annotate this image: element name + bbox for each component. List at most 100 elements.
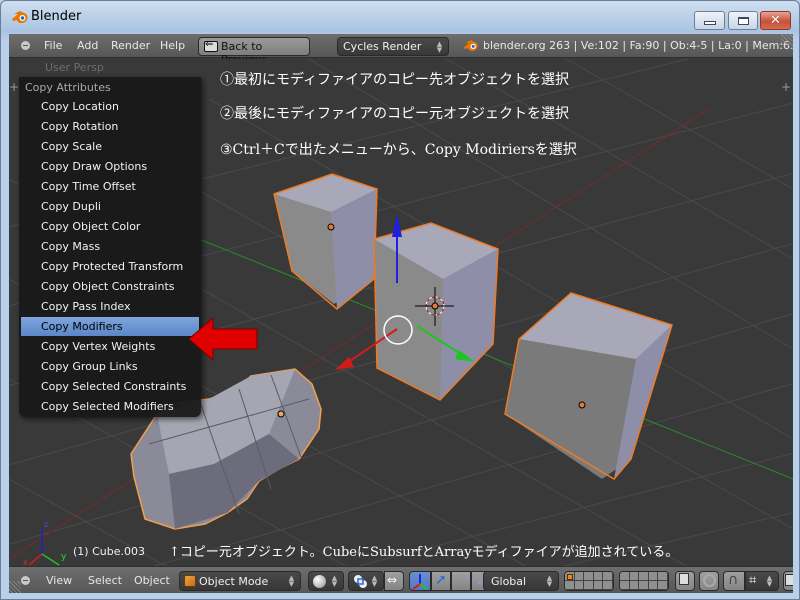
render-engine-value: Cycles Render (343, 40, 422, 53)
lock-camera-layers-button[interactable] (675, 571, 695, 591)
z-axis-arrow-icon (392, 214, 402, 237)
menu-item-copy-object-color[interactable]: Copy Object Color (21, 217, 199, 236)
updown-arrows-icon: ▲ ▼ (436, 40, 443, 54)
menu-item-copy-modifiers[interactable]: Copy Modifiers (21, 317, 199, 336)
menu-item-copy-rotation[interactable]: Copy Rotation (21, 117, 199, 136)
header-collapse-icon[interactable] (21, 41, 30, 50)
blender-logo-icon (463, 40, 478, 51)
manipulate-center-points-button[interactable]: ⇔ (384, 571, 404, 591)
menu-item-copy-selected-constraints[interactable]: Copy Selected Constraints (21, 377, 199, 396)
layer-button[interactable] (658, 572, 668, 581)
menu-item-label: Copy Dupli (41, 200, 101, 213)
layer-button[interactable] (620, 572, 630, 581)
menu-item-copy-time-offset[interactable]: Copy Time Offset (21, 177, 199, 196)
menu-item-copy-selected-modifiers[interactable]: Copy Selected Modifiers (21, 397, 199, 416)
layer-button[interactable] (629, 581, 640, 590)
menu-item-copy-draw-options[interactable]: Copy Draw Options (21, 157, 199, 176)
z-axis-label: z (44, 520, 48, 529)
layer-button[interactable] (648, 581, 659, 590)
menu-view[interactable]: View (46, 574, 72, 587)
menu-item-copy-object-constraints[interactable]: Copy Object Constraints (21, 277, 199, 296)
menu-item-copy-scale[interactable]: Copy Scale (21, 137, 199, 156)
blender-logo-icon (12, 11, 28, 24)
rotate-arc-icon: ⌒ (456, 575, 470, 591)
menu-item-copy-dupli[interactable]: Copy Dupli (21, 197, 199, 216)
menu-object[interactable]: Object (134, 574, 170, 587)
menu-item-label: Copy Selected Constraints (41, 380, 187, 393)
area-split-handle[interactable] (781, 34, 793, 46)
layer-lock-icon (679, 573, 689, 585)
layer-button[interactable] (565, 572, 575, 581)
layer-button[interactable] (639, 581, 649, 590)
back-to-previous-button[interactable]: Back to Previous (198, 37, 310, 66)
scene-layers-group-1[interactable] (564, 571, 614, 591)
header-collapse-icon[interactable] (21, 576, 30, 585)
tool-shelf-toggle-icon[interactable]: + (9, 79, 19, 95)
cube-object[interactable] (273, 173, 378, 310)
menu-item-copy-mass[interactable]: Copy Mass (21, 237, 199, 256)
snap-element-select[interactable]: ⌗ ▲ ▼ (745, 571, 779, 591)
instruction-step-3: ③Ctrl＋Cで出たメニューから、Copy Modiriersを選択 (220, 142, 577, 158)
layer-button[interactable] (603, 581, 613, 590)
menu-item-label: Copy Location (41, 100, 119, 113)
layer-button[interactable] (639, 572, 649, 581)
interaction-mode-select[interactable]: Object Mode ▲ ▼ (179, 571, 301, 591)
close-icon: ✕ (770, 13, 781, 28)
window-title: Blender (31, 9, 82, 24)
layer-button[interactable] (584, 581, 594, 590)
layer-button[interactable] (574, 572, 585, 581)
solid-shading-icon (313, 575, 326, 588)
translate-arrow-icon: ➚ (435, 572, 447, 588)
layer-button[interactable] (658, 581, 668, 590)
layer-button[interactable] (648, 572, 659, 581)
menu-render[interactable]: Render (111, 39, 150, 52)
layer-button[interactable] (593, 572, 604, 581)
menu-item-label: Copy Group Links (41, 360, 138, 373)
pivot-point-select[interactable]: ▲ ▼ (348, 571, 384, 591)
menu-item-copy-group-links[interactable]: Copy Group Links (21, 357, 199, 376)
layer-button[interactable] (603, 572, 613, 581)
menu-item-copy-protected-transform[interactable]: Copy Protected Transform (21, 257, 199, 276)
blender-client-area: File Add Render Help Back to Previous Cy… (9, 34, 793, 593)
menu-item-copy-location[interactable]: Copy Location (21, 97, 199, 116)
menu-help[interactable]: Help (160, 39, 185, 52)
menu-select[interactable]: Select (88, 574, 122, 587)
viewport-shading-select[interactable]: ▲ ▼ (308, 571, 344, 591)
menu-add[interactable]: Add (77, 39, 98, 52)
back-screen-icon (204, 39, 218, 52)
layer-button[interactable] (620, 581, 630, 590)
pivot-median-icon (354, 575, 367, 588)
translate-manipulator-button[interactable]: ➚ (431, 571, 451, 591)
layer-button[interactable] (574, 581, 585, 590)
object-mode-cube-icon (184, 575, 196, 587)
blender-window: Blender ✕ File Add Render Help Back to P… (0, 0, 800, 600)
menu-item-label: Copy Protected Transform (41, 260, 184, 273)
3d-viewport[interactable]: z y x User Persp + + ①最初にモディファイアのコピー先オブジ… (9, 59, 793, 566)
area-split-handle[interactable] (9, 581, 21, 593)
cube-object-active[interactable] (373, 222, 499, 401)
menu-file[interactable]: File (44, 39, 62, 52)
properties-toggle-icon[interactable]: + (781, 79, 791, 95)
transform-orientation-select[interactable]: Global ▲ ▼ (483, 571, 559, 591)
render-opengl-button[interactable] (783, 571, 793, 591)
layer-button[interactable] (584, 572, 594, 581)
proportional-editing-button[interactable] (699, 571, 719, 591)
snap-toggle-button[interactable]: ∩ (723, 571, 745, 591)
transform-manipulator-toggle[interactable] (409, 571, 431, 591)
menu-item-label: Copy Object Color (41, 220, 141, 233)
menu-item-label: Copy Pass Index (41, 300, 131, 313)
updown-arrows-icon: ▲ ▼ (331, 574, 338, 588)
close-button[interactable]: ✕ (760, 11, 791, 30)
render-engine-select[interactable]: Cycles Render ▲ ▼ (337, 37, 449, 56)
layer-button[interactable] (629, 572, 640, 581)
scene-layers-group-2[interactable] (619, 571, 669, 591)
minimize-button[interactable] (694, 11, 725, 30)
menu-item-copy-vertex-weights[interactable]: Copy Vertex Weights (21, 337, 199, 356)
layer-button[interactable] (593, 581, 604, 590)
maximize-button[interactable] (728, 11, 758, 30)
source-object-caption: ↑コピー元オブジェクト。CubeにSubsurfとArrayモディファイアが追加… (169, 545, 679, 560)
cube-object[interactable] (504, 292, 673, 480)
layer-button[interactable] (565, 581, 575, 590)
menu-item-copy-pass-index[interactable]: Copy Pass Index (21, 297, 199, 316)
rotate-manipulator-button[interactable]: ⌒ (451, 571, 471, 591)
